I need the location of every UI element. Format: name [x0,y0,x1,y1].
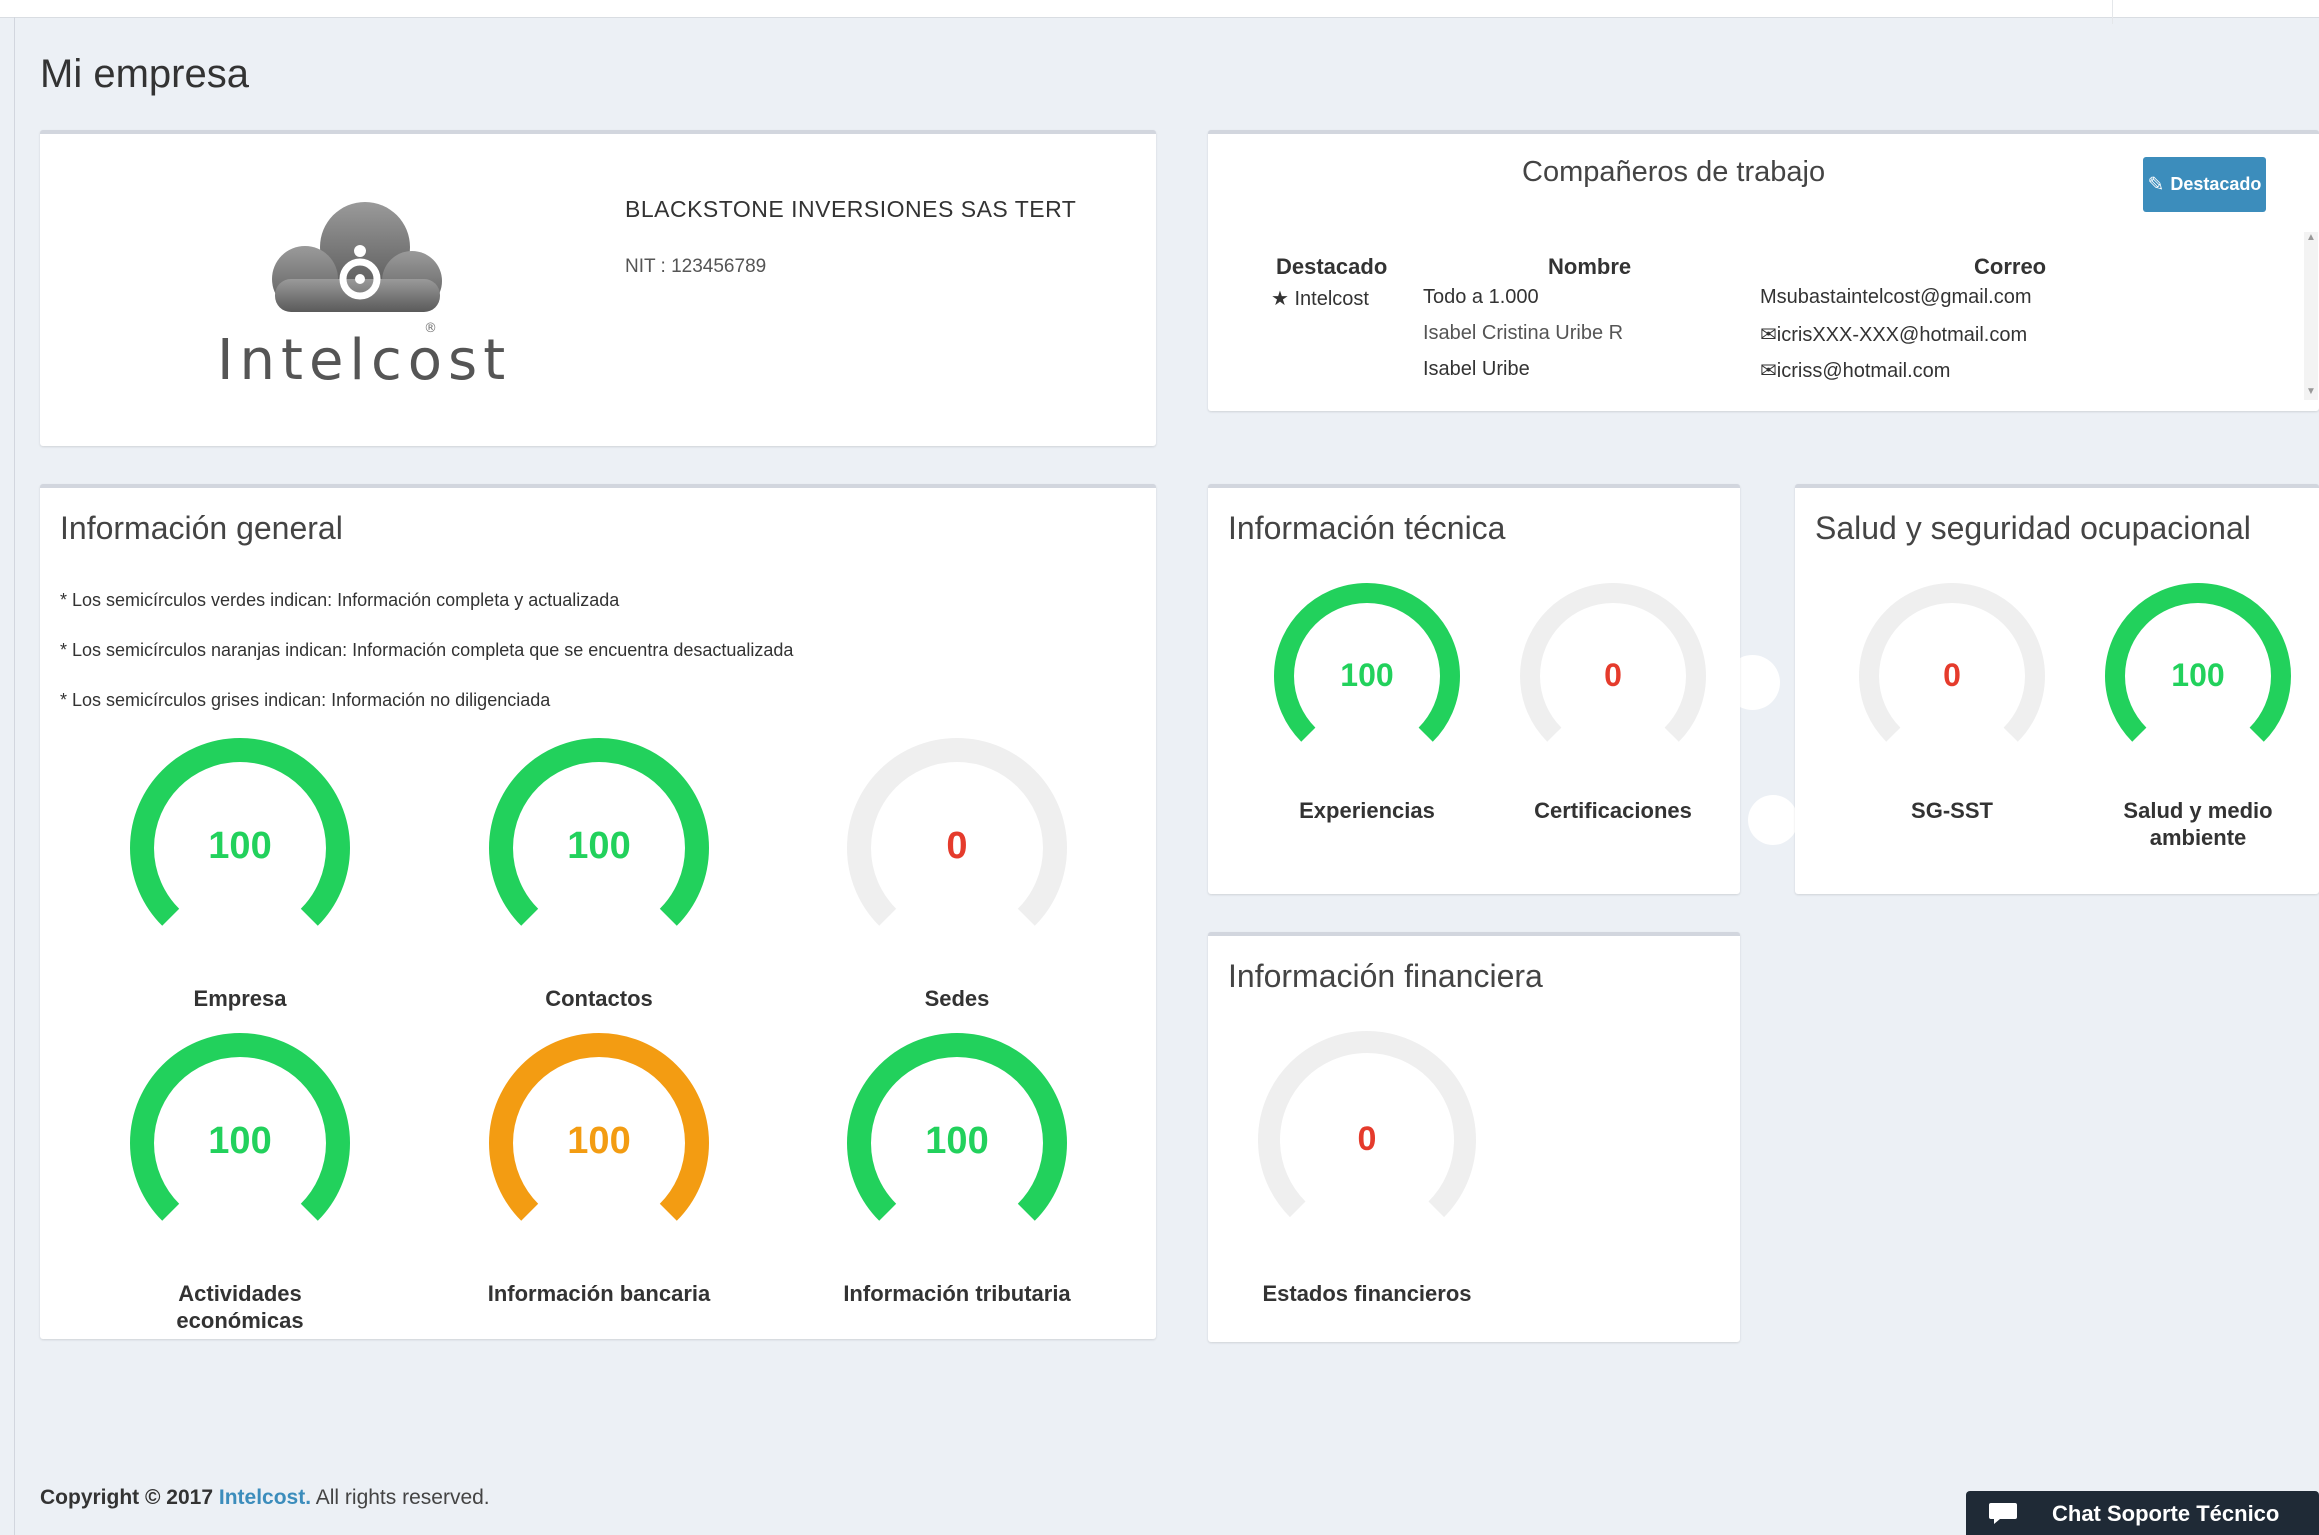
status-gauge: 100 [475,724,723,972]
destacado-button-label: Destacado [2170,174,2262,194]
destacado-cell: ★ Intelcost [1271,288,1369,310]
technical-info-title: Información técnica [1228,510,1506,546]
status-gauge: 100 [1262,571,1472,781]
status-gauge: 100 [116,1019,364,1267]
gauge-label: Salud y medio ambiente [2123,798,2273,850]
company-name: BLACKSTONE INVERSIONES SAS TERT [625,196,1077,222]
gauge-value: 0 [1604,656,1622,693]
email-cell: ✉icrisXXX-XXX@hotmail.com [1760,324,2028,346]
intelcost-logo: ® Intelcost [217,202,511,389]
destacado-button[interactable]: ✎ Destacado [2143,157,2266,212]
gauge-label: SG-SST [1911,798,1993,823]
gauge-label: Estados financieros [1262,1281,1472,1306]
status-gauge: 0 [833,724,1081,972]
gauge-value: 0 [1943,656,1961,693]
company-nit: NIT : 123456789 [625,256,767,277]
gauge-value: 100 [1340,656,1394,693]
column-header-destacado: Destacado [1276,254,1388,279]
column-header-nombre: Nombre [1548,254,1632,279]
gauge-value: 0 [946,825,968,868]
status-gauge: 100 [833,1019,1081,1267]
company-card: ® Intelcost BLACKSTONE INVERSIONES SAS T… [40,130,1156,446]
gauge-label: Actividades económicas [176,1281,304,1333]
chat-support-label: Chat Soporte Técnico [2052,1501,2280,1526]
general-info-title: Información general [60,510,343,546]
legend-note-orange: * Los semicírculos naranjas indican: Inf… [60,640,794,660]
scroll-down-icon[interactable]: ▼ [2304,386,2318,397]
gauge-label: Certificaciones [1534,798,1692,823]
scroll-up-icon[interactable]: ▲ [2304,232,2318,243]
navbar-divider [2112,0,2113,24]
legend-note-green: * Los semicírculos verdes indican: Infor… [60,590,620,610]
status-gauge: 0 [1245,1018,1489,1262]
sidebar-edge [14,17,15,1535]
gauge-label: Contactos [545,986,653,1011]
chat-support-button[interactable]: Chat Soporte Técnico [1966,1491,2319,1535]
gauge-label: Sedes [924,986,990,1011]
status-gauge: 100 [116,724,364,972]
name-cell: Isabel Uribe [1423,358,1530,380]
financial-info-title: Información financiera [1228,958,1543,994]
occupational-health-title: Salud y seguridad ocupacional [1815,510,2251,546]
svg-text:Intelcost: Intelcost [217,328,511,389]
gauge-label: Experiencias [1299,798,1435,823]
coworkers-title: Compañeros de trabajo [1522,156,1826,188]
status-gauge: 0 [1508,571,1718,781]
legend-note-gray: * Los semicírculos grises indican: Infor… [60,690,551,710]
gauge-value: 100 [208,1120,272,1163]
status-gauge: 100 [475,1019,723,1267]
edit-icon: ✎ [2147,174,2165,196]
gauge-value: 100 [567,1120,631,1163]
top-navbar [0,0,2319,24]
gauge-value: 0 [1357,1119,1377,1158]
column-header-correo: Correo [1974,254,2047,279]
email-cell: Msubastaintelcost@gmail.com [1760,286,2032,308]
page-title: Mi empresa [40,52,249,96]
footer-brand-link[interactable]: Intelcost. [219,1486,311,1509]
gauge-label: Información tributaria [843,1281,1071,1306]
footer: Copyright © 2017 Intelcost. All rights r… [40,1486,490,1509]
gauge-label: Empresa [193,986,287,1011]
status-gauge: 100 [2093,571,2303,781]
chat-bubble-icon [1989,1503,2017,1524]
name-cell: Todo a 1.000 [1423,286,1539,308]
status-gauge: 0 [1847,571,2057,781]
decorative-bubble [1748,795,1798,845]
gauge-value: 100 [925,1120,989,1163]
coworkers-scrollbar[interactable] [2304,232,2318,400]
email-cell: ✉icriss@hotmail.com [1760,360,1951,382]
gauge-value: 100 [2171,656,2225,693]
gauge-value: 100 [567,825,631,868]
coworkers-card: Compañeros de trabajo ✎ Destacado Destac… [1208,130,2319,411]
name-cell: Isabel Cristina Uribe R [1423,322,1624,344]
gauge-value: 100 [208,825,272,868]
gauge-label: Información bancaria [487,1281,711,1306]
envelope-icon: ✉ [1760,360,1777,382]
envelope-icon: ✉ [1760,324,1777,346]
